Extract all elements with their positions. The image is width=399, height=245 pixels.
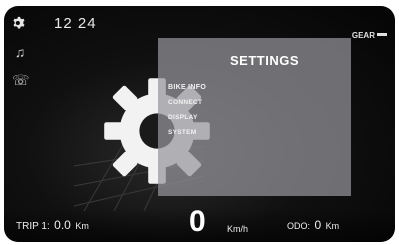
trip-label: TRIP 1: (16, 221, 50, 232)
trip-value: 0.0 (54, 218, 71, 232)
phone-icon[interactable]: ☏ (12, 72, 30, 88)
menu-item-connect[interactable]: CONNECT (168, 95, 206, 110)
menu-item-system[interactable]: SYSTEM (168, 125, 206, 140)
menu-item-bike-info[interactable]: BIKE INFO (168, 80, 206, 95)
gear-icon[interactable] (12, 16, 26, 30)
status-bar: 12 24 GEAR (4, 6, 395, 40)
odo-unit: Km (325, 221, 340, 231)
bottom-info-bar: TRIP 1: 0.0 Km 0 Km/h ODO: 0 Km (4, 205, 395, 242)
gear-indicator-label: GEAR (351, 31, 375, 40)
trip-unit: Km (75, 221, 89, 231)
dashboard-device: 12 24 GEAR ♫ ☏ SETTINGS BIKE INFO CONNEC… (0, 0, 399, 245)
settings-menu: BIKE INFO CONNECT DISPLAY SYSTEM (168, 80, 206, 140)
left-icon-column: ♫ ☏ (12, 44, 32, 100)
odo-value: 0 (314, 218, 322, 232)
speed-value: 0 (189, 205, 206, 238)
display-screen: 12 24 GEAR ♫ ☏ SETTINGS BIKE INFO CONNEC… (4, 6, 395, 242)
music-icon[interactable]: ♫ (12, 44, 28, 60)
speed-unit: Km/h (227, 224, 249, 234)
clock-time: 12 24 (54, 15, 97, 32)
odo-readout: ODO: 0 Km (287, 216, 339, 234)
menu-item-display[interactable]: DISPLAY (168, 110, 206, 125)
trip-readout: TRIP 1: 0.0 Km (16, 216, 89, 234)
settings-title: SETTINGS (229, 53, 299, 68)
settings-panel: SETTINGS BIKE INFO CONNECT DISPLAY SYSTE… (158, 38, 351, 196)
odo-label: ODO: (287, 221, 311, 231)
gear-indicator-bar (377, 33, 387, 36)
